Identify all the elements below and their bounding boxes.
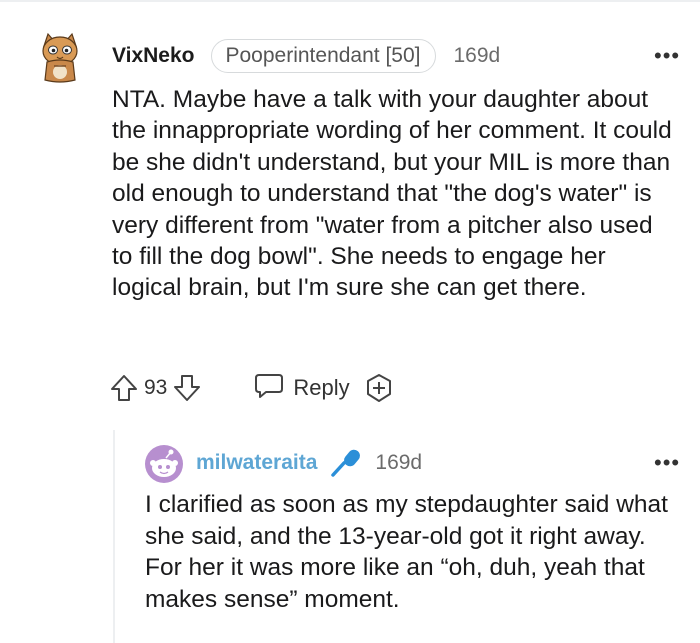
add-award-icon[interactable]: [364, 373, 394, 403]
more-options-icon[interactable]: •••: [654, 452, 680, 474]
vote-count: 93: [144, 376, 168, 399]
comment-header: VixNeko Pooperintendant [50] 169d: [112, 39, 501, 73]
cat-mascot-avatar[interactable]: [38, 32, 82, 84]
comment-age[interactable]: 169d: [454, 44, 501, 68]
microphone-icon: [329, 448, 363, 478]
downvote-arrow-icon[interactable]: [173, 373, 201, 403]
user-flair: Pooperintendant [50]: [210, 39, 436, 73]
speech-bubble-icon: [253, 371, 285, 406]
comment-username[interactable]: VixNeko: [112, 44, 195, 68]
comment-body: NTA. Maybe have a talk with your daughte…: [112, 86, 672, 302]
snoo-avatar[interactable]: [145, 445, 183, 483]
reply-age[interactable]: 169d: [375, 451, 422, 475]
thread-line[interactable]: [113, 430, 115, 643]
more-options-icon[interactable]: •••: [654, 45, 680, 67]
upvote-arrow-icon[interactable]: [110, 373, 138, 403]
reply-label: Reply: [293, 375, 350, 400]
comment-actions: 93 Reply: [110, 370, 394, 406]
top-divider: [0, 0, 700, 2]
reply-header: milwateraita 169d: [196, 448, 422, 478]
reply-body: I clarified as soon as my stepdaughter s…: [145, 491, 668, 613]
reply-button[interactable]: Reply: [253, 371, 350, 406]
reply-username[interactable]: milwateraita: [196, 451, 317, 475]
